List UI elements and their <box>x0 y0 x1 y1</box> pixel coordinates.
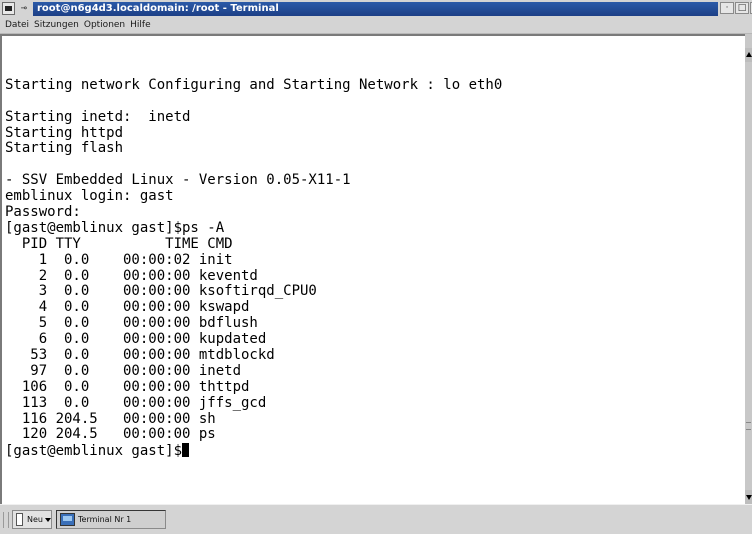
terminal-prompt: [gast@emblinux gast]$ <box>5 443 183 460</box>
terminal-prompt-line: [gast@emblinux gast]$ <box>5 443 502 459</box>
terminal-line: 2 0.0 00:00:00 keventd <box>5 267 258 284</box>
terminal-line: PID TTY TIME CMD <box>5 235 233 252</box>
terminal-line: 120 204.5 00:00:00 ps <box>5 426 216 443</box>
scroll-down-arrow-icon[interactable] <box>745 490 752 504</box>
terminal-line: 3 0.0 00:00:00 ksoftirqd_CPU0 <box>5 283 317 300</box>
scroll-up-arrow-icon[interactable] <box>745 48 752 62</box>
terminal-line: 6 0.0 00:00:00 kupdated <box>5 331 267 348</box>
terminal-line: 1 0.0 00:00:02 init <box>5 251 233 268</box>
tab-terminal-label: Terminal Nr 1 <box>78 515 132 524</box>
terminal-line: Starting inetd: inetd <box>5 108 191 125</box>
terminal-line: 5 0.0 00:00:00 bdflush <box>5 315 258 332</box>
pin-icon[interactable]: ⊸ <box>17 2 31 15</box>
menu-hilfe[interactable]: Hilfe <box>130 20 150 30</box>
window-menu-button[interactable] <box>2 2 15 15</box>
terminal-line: Starting httpd <box>5 124 124 141</box>
terminal-line: 4 0.0 00:00:00 kswapd <box>5 299 250 316</box>
window-title: root@n6g4d3.localdomain: /root - Termina… <box>33 1 718 16</box>
terminal-line: Starting network Configuring and Startin… <box>5 76 503 93</box>
terminal-line: 113 0.0 00:00:00 jffs_gcd <box>5 394 267 411</box>
menu-datei[interactable]: Datei <box>5 20 29 30</box>
title-bar: ⊸ root@n6g4d3.localdomain: /root - Termi… <box>0 0 752 17</box>
terminal-area[interactable]: Starting network Configuring and Startin… <box>0 34 745 504</box>
terminal-icon <box>60 513 75 526</box>
new-document-icon <box>16 513 24 526</box>
menu-optionen[interactable]: Optionen <box>84 20 125 30</box>
terminal-line: [gast@emblinux gast]$ps -A <box>5 219 225 236</box>
terminal-line: - SSV Embedded Linux - Version 0.05-X11-… <box>5 172 351 189</box>
session-tab-bar: Neu Terminal Nr 1 <box>0 504 752 534</box>
terminal-output: Starting network Configuring and Startin… <box>5 62 502 459</box>
terminal-line: 97 0.0 00:00:00 inetd <box>5 362 242 379</box>
terminal-line: 116 204.5 00:00:00 sh <box>5 410 216 427</box>
chevron-down-icon[interactable] <box>45 517 51 522</box>
terminal-line: 53 0.0 00:00:00 mtdblockd <box>5 347 275 364</box>
maximize-button[interactable]: □ <box>735 2 749 14</box>
toolbar-handle[interactable] <box>3 512 9 528</box>
menu-sitzungen[interactable]: Sitzungen <box>34 20 79 30</box>
menu-bar: Datei Sitzungen Optionen Hilfe <box>0 17 752 34</box>
minimize-button[interactable]: · <box>720 2 734 14</box>
terminal-line: Starting flash <box>5 140 124 157</box>
terminal-line: emblinux login: gast <box>5 188 174 205</box>
new-session-button[interactable]: Neu <box>12 510 52 529</box>
scrollbar-grip[interactable] <box>746 422 751 430</box>
vertical-scrollbar[interactable] <box>745 34 752 504</box>
terminal-line: Password: <box>5 204 81 221</box>
window-menu-icon <box>5 6 12 11</box>
tab-terminal-1[interactable]: Terminal Nr 1 <box>56 510 166 529</box>
terminal-line: 106 0.0 00:00:00 thttpd <box>5 378 250 395</box>
text-cursor <box>182 443 190 458</box>
new-session-label: Neu <box>27 515 43 524</box>
